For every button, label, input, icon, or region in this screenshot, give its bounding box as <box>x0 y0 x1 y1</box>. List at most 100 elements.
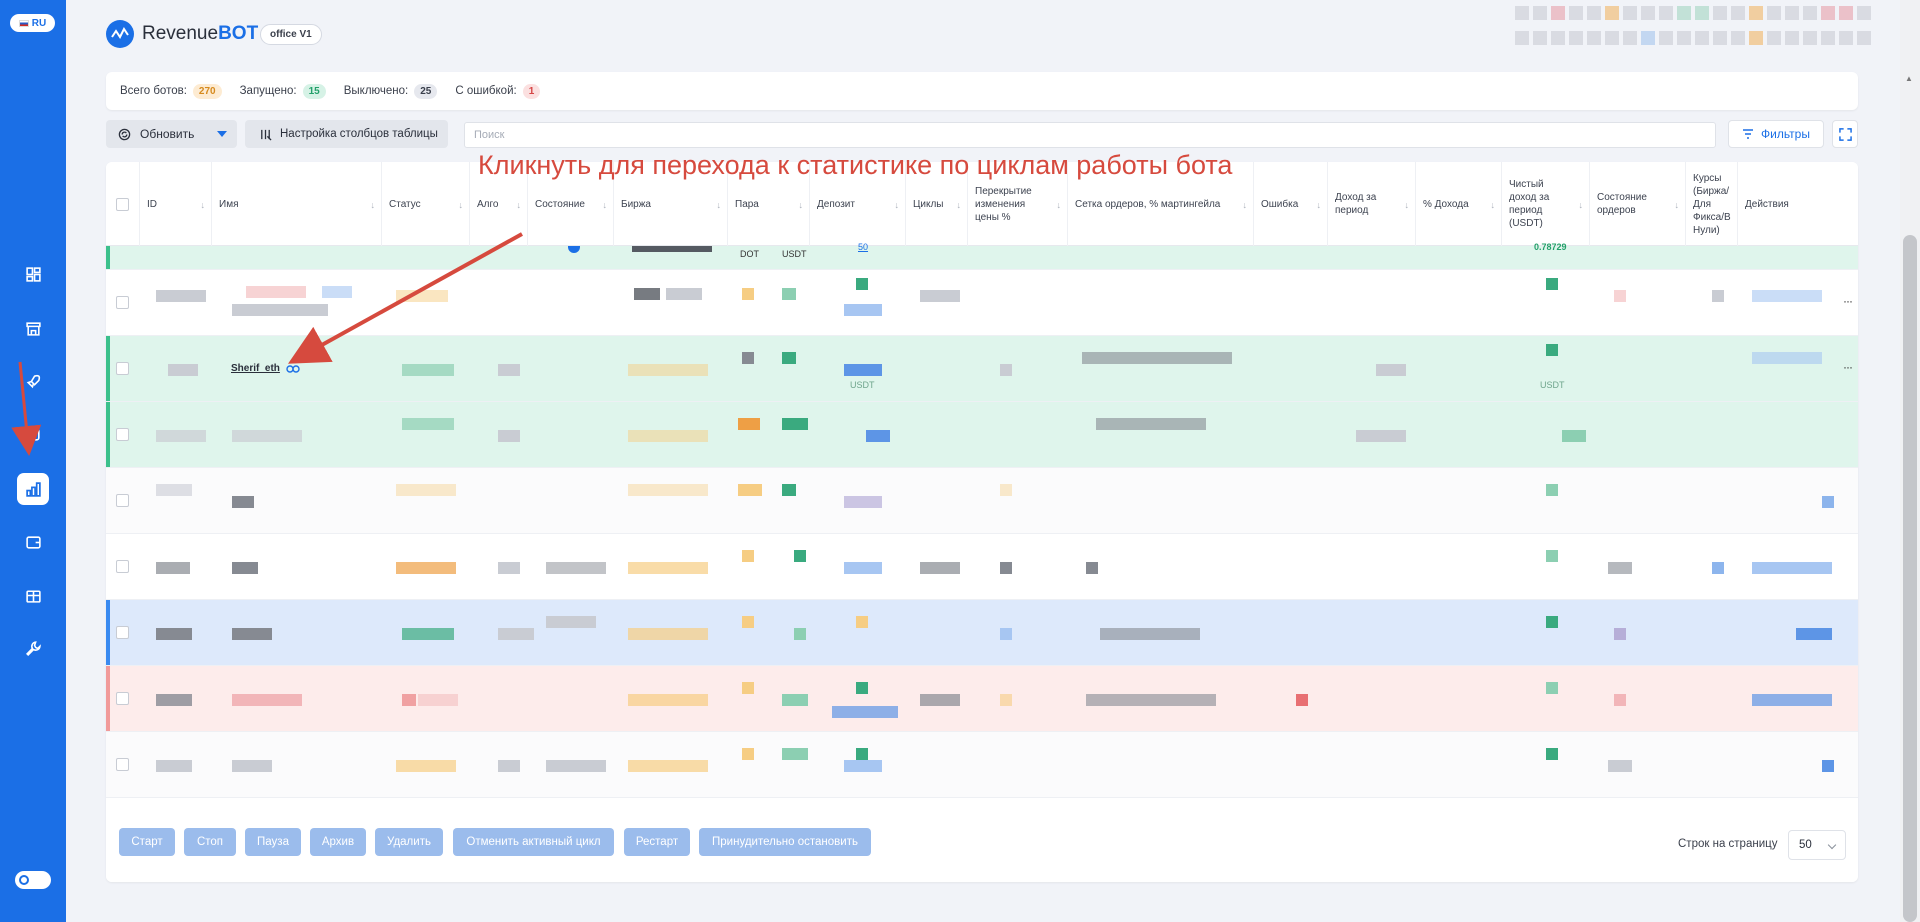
table-row[interactable] <box>106 402 1858 468</box>
filters-button[interactable]: Фильтры <box>1728 120 1824 148</box>
scrollbar-thumb[interactable] <box>1903 235 1917 922</box>
sort-icon: ↓ <box>200 200 206 210</box>
sort-icon: ↓ <box>1578 200 1584 210</box>
table-row[interactable] <box>106 732 1858 798</box>
stat-running: Запущено: 15 <box>240 83 326 99</box>
language-label: RU <box>31 17 47 29</box>
link-icon[interactable] <box>286 364 300 374</box>
info-icon[interactable] <box>568 246 580 253</box>
russia-flag-icon <box>18 19 29 27</box>
pause-button[interactable]: Пауза <box>245 828 301 856</box>
gift-icon <box>25 589 41 603</box>
sort-icon: ↓ <box>894 200 900 210</box>
sort-icon: ↓ <box>458 200 464 210</box>
select-all-checkbox[interactable] <box>116 197 129 211</box>
logo-icon <box>106 20 134 48</box>
table-footer <box>106 822 1858 882</box>
office-version-badge: office V1 <box>260 24 322 45</box>
expand-icon <box>1838 127 1852 141</box>
col-id[interactable]: ID ↓ <box>140 162 212 246</box>
force-stop-button[interactable]: Принудительно остановить <box>699 828 871 856</box>
wrench-icon <box>25 640 41 656</box>
sort-icon: ↓ <box>716 200 722 210</box>
sort-icon: ↓ <box>1316 200 1322 210</box>
bots-table: ID ↓ Имя ↓ Статус ↓ Алго ↓ Состояние ↓ Биржа ↓… <box>106 162 1858 882</box>
table-row[interactable]: DOT USDT 50 0.78729 <box>106 242 1858 270</box>
row-actions-menu-icon[interactable]: ··· <box>1843 360 1853 374</box>
col-error[interactable]: Ошибка ↓ <box>1254 162 1328 246</box>
col-status[interactable]: Статус ↓ <box>382 162 470 246</box>
sort-icon: ↓ <box>956 200 962 210</box>
sort-icon: ↓ <box>1674 200 1680 210</box>
col-name[interactable]: Имя ↓ <box>212 162 382 246</box>
table-row-sherif-eth[interactable]: Sherif_eth USDT USDT ··· <box>106 336 1858 402</box>
row-checkbox[interactable] <box>116 428 129 441</box>
col-rates[interactable]: Курсы (Биржа/Для Фикса/В Нули) <box>1686 162 1738 246</box>
col-income-pct[interactable]: % Дохода ↓ <box>1416 162 1502 246</box>
rows-per-page-select[interactable]: 50 <box>1788 830 1846 860</box>
cancel-active-cycle-button[interactable]: Отменить активный цикл <box>453 828 614 856</box>
stop-button[interactable]: Стоп <box>184 828 236 856</box>
scroll-up-arrow-icon[interactable]: ▲ <box>1905 74 1913 83</box>
refresh-dropdown-icon[interactable] <box>217 131 227 137</box>
start-button[interactable]: Старт <box>119 828 175 856</box>
table-row[interactable] <box>106 468 1858 534</box>
logo[interactable]: RevenueBOT <box>106 20 258 48</box>
row-checkbox[interactable] <box>116 362 129 375</box>
row-checkbox[interactable] <box>116 758 129 771</box>
box-icon <box>26 427 40 441</box>
theme-toggle[interactable] <box>15 871 51 889</box>
table-row[interactable]: ··· <box>106 270 1858 336</box>
sidebar-item-box[interactable] <box>17 418 49 450</box>
delete-button[interactable]: Удалить <box>375 828 443 856</box>
sort-icon: ↓ <box>370 200 376 210</box>
user-info-pixelated <box>1515 6 1885 52</box>
sort-icon: ↓ <box>1490 200 1496 210</box>
table-row[interactable] <box>106 600 1858 666</box>
refresh-icon <box>118 128 131 140</box>
toolbar: Обновить Настройка столбцов таблицы Филь… <box>106 120 1858 150</box>
search-input[interactable] <box>464 122 1716 148</box>
filter-icon <box>1743 129 1754 139</box>
row-checkbox[interactable] <box>116 494 129 507</box>
sort-icon: ↓ <box>1404 200 1410 210</box>
sidebar: RU <box>0 0 66 922</box>
logo-text: RevenueBOT <box>142 23 259 44</box>
sort-icon: ↓ <box>1056 200 1062 210</box>
row-checkbox[interactable] <box>116 626 129 639</box>
table-row[interactable] <box>106 534 1858 600</box>
col-income[interactable]: Доход за период ↓ <box>1328 162 1416 246</box>
col-orders-state[interactable]: Состояние ордеров ↓ <box>1590 162 1686 246</box>
wallet-icon <box>25 535 41 549</box>
sidebar-item-statistics[interactable] <box>17 473 49 505</box>
restart-button[interactable]: Рестарт <box>624 828 690 856</box>
column-settings-button[interactable]: Настройка столбцов таблицы <box>245 120 448 148</box>
statistics-icon <box>25 481 41 497</box>
sidebar-item-gift[interactable] <box>17 579 49 611</box>
bot-name-link[interactable]: Sherif_eth <box>231 363 280 374</box>
stat-total: Всего ботов: 270 <box>120 83 222 99</box>
table-row[interactable] <box>106 666 1858 732</box>
bot-stats-bar: Всего ботов: 270 Запущено: 15 Выключено: 25… <box>106 72 1858 110</box>
sort-icon: ↓ <box>516 200 522 210</box>
refresh-button[interactable]: Обновить <box>106 120 237 148</box>
sidebar-item-wallet[interactable] <box>17 526 49 558</box>
row-checkbox[interactable] <box>116 560 129 573</box>
sidebar-item-store[interactable] <box>17 312 49 344</box>
sort-icon: ↓ <box>798 200 804 210</box>
rows-per-page-label: Строк на страницу <box>1678 838 1778 850</box>
archive-button[interactable]: Архив <box>310 828 366 856</box>
annotation-text: Кликнуть для перехода к статистике по ци… <box>478 150 1233 180</box>
col-net-income[interactable]: Чистый доход за период (USDT) ↓ <box>1502 162 1590 246</box>
select-all-cell <box>106 162 140 246</box>
sidebar-item-tools[interactable] <box>17 632 49 664</box>
row-actions-menu-icon[interactable]: ··· <box>1843 294 1853 308</box>
sidebar-item-dashboard[interactable] <box>17 258 49 290</box>
row-checkbox[interactable] <box>116 296 129 309</box>
fullscreen-button[interactable] <box>1832 120 1858 148</box>
deposit-link[interactable]: 50 <box>858 242 868 252</box>
language-switch[interactable]: RU <box>10 14 55 32</box>
row-checkbox[interactable] <box>116 692 129 705</box>
sidebar-item-rocket[interactable] <box>17 365 49 397</box>
col-actions: Действия <box>1745 198 1789 210</box>
